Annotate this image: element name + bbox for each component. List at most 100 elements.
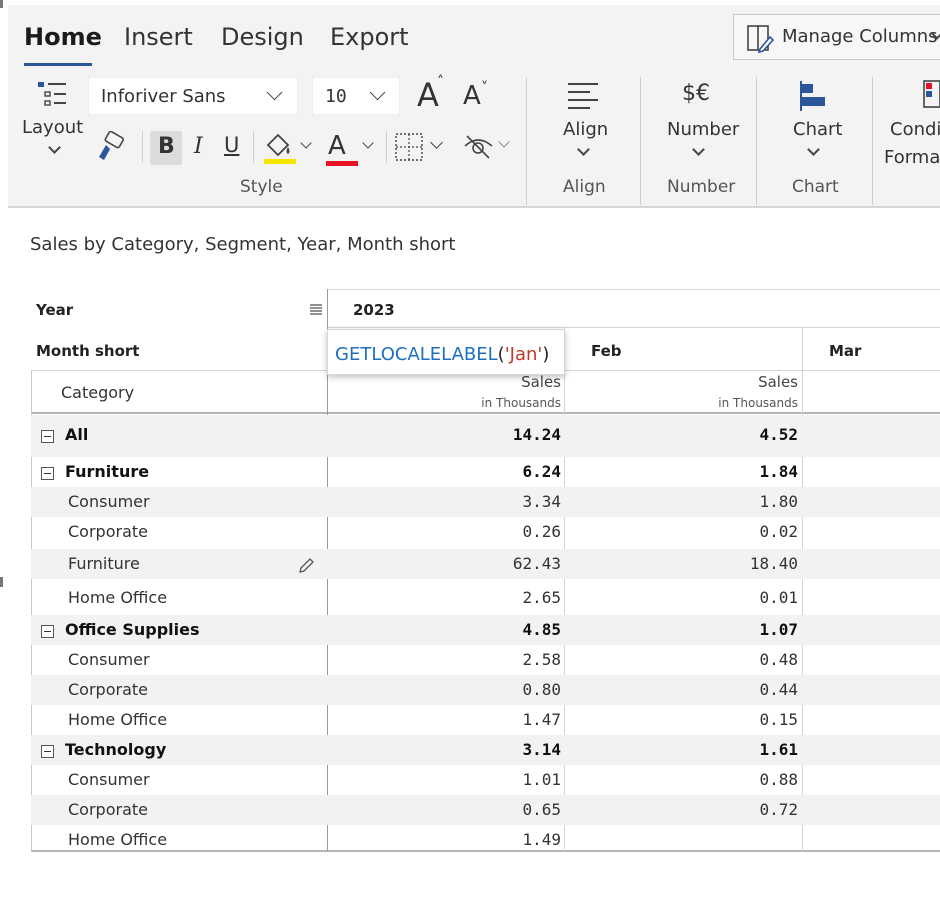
value-cell-feb[interactable]: 1.07 bbox=[664, 620, 798, 639]
collapse-icon[interactable] bbox=[41, 745, 54, 758]
fill-color-button[interactable] bbox=[262, 131, 314, 167]
font-family-select[interactable]: Inforiver Sans bbox=[88, 77, 298, 115]
chevron-down-icon bbox=[807, 143, 820, 156]
table-row[interactable]: Corporate 0.26 0.02 bbox=[31, 517, 940, 547]
font-size-select[interactable]: 10 bbox=[312, 77, 400, 115]
value-cell-jan[interactable]: 3.34 bbox=[427, 492, 561, 511]
hide-button[interactable] bbox=[462, 131, 518, 165]
collapse-icon[interactable] bbox=[41, 467, 54, 480]
table-row[interactable]: Home Office 1.49 bbox=[31, 825, 940, 855]
month-feb: Feb bbox=[591, 342, 622, 360]
value-cell-feb[interactable]: 0.15 bbox=[664, 710, 798, 729]
layout-label: Layout bbox=[22, 117, 84, 138]
value-cell-feb[interactable]: 4.52 bbox=[664, 425, 798, 444]
grow-font-button[interactable]: A ˄ bbox=[414, 75, 448, 115]
value-cell-feb[interactable]: 1.61 bbox=[664, 740, 798, 759]
edit-pencil-icon[interactable] bbox=[297, 557, 315, 575]
table-row[interactable]: Furniture 62.43 18.40 bbox=[31, 549, 940, 579]
manage-columns-label: Manage Columns bbox=[782, 26, 938, 47]
borders-icon bbox=[395, 133, 423, 161]
value-cell-feb[interactable]: 0.72 bbox=[664, 800, 798, 819]
formula-editor[interactable]: GETLOCALELABEL('Jan') bbox=[327, 329, 565, 375]
pivot-table: Year 2023 Month short Feb Mar Category S… bbox=[31, 289, 940, 852]
table-row[interactable]: Consumer 1.01 0.88 bbox=[31, 765, 940, 795]
underline-icon: U bbox=[224, 133, 240, 157]
font-family-value: Inforiver Sans bbox=[101, 86, 226, 107]
align-label: Align bbox=[563, 119, 609, 140]
value-cell-feb[interactable]: 0.01 bbox=[664, 588, 798, 607]
row-label: Home Office bbox=[68, 588, 168, 607]
row-label: Corporate bbox=[68, 680, 148, 699]
conditional-formatting-button[interactable]: Condi Format bbox=[884, 77, 940, 177]
align-button[interactable]: Align bbox=[552, 77, 616, 167]
value-cell-feb[interactable]: 0.44 bbox=[664, 680, 798, 699]
style-group-label: Style bbox=[240, 177, 283, 197]
table-row[interactable]: Furniture 6.24 1.84 bbox=[31, 457, 940, 487]
collapse-icon[interactable] bbox=[41, 430, 54, 443]
table-row[interactable]: Home Office 2.65 0.01 bbox=[31, 583, 940, 613]
row-label: Corporate bbox=[68, 522, 148, 541]
tab-design[interactable]: Design bbox=[221, 23, 304, 51]
font-color-swatch bbox=[326, 161, 358, 166]
table-row[interactable]: All 14.24 4.52 bbox=[31, 415, 940, 457]
value-cell-jan[interactable]: 6.24 bbox=[427, 462, 561, 481]
report-title: Sales by Category, Segment, Year, Month … bbox=[30, 234, 456, 255]
value-cell-jan[interactable]: 1.47 bbox=[427, 710, 561, 729]
font-color-button[interactable]: A bbox=[324, 131, 376, 167]
value-cell-feb[interactable]: 0.88 bbox=[664, 770, 798, 789]
menu-icon[interactable] bbox=[309, 303, 323, 317]
value-cell-feb[interactable]: 0.48 bbox=[664, 650, 798, 669]
value-cell-jan[interactable]: 1.01 bbox=[427, 770, 561, 789]
number-label: Number bbox=[667, 119, 740, 140]
measure-label-feb: Sales bbox=[758, 373, 798, 391]
value-cell-jan[interactable]: 0.80 bbox=[427, 680, 561, 699]
chart-button[interactable]: Chart bbox=[778, 77, 848, 167]
layout-button[interactable]: Layout bbox=[16, 77, 92, 167]
collapse-icon[interactable] bbox=[41, 625, 54, 638]
table-row[interactable]: Home Office 1.47 0.15 bbox=[31, 705, 940, 735]
active-tab-indicator bbox=[24, 63, 92, 66]
row-label: Office Supplies bbox=[65, 620, 200, 639]
value-cell-jan[interactable]: 2.65 bbox=[427, 588, 561, 607]
table-row[interactable]: Corporate 0.65 0.72 bbox=[31, 795, 940, 825]
edge-marker bbox=[0, 0, 3, 8]
table-row[interactable]: Office Supplies 4.85 1.07 bbox=[31, 615, 940, 645]
value-cell-feb[interactable]: 0.02 bbox=[664, 522, 798, 541]
report-editor: Home Insert Design Export Manage Columns bbox=[0, 0, 940, 910]
table-row[interactable]: Corporate 0.80 0.44 bbox=[31, 675, 940, 705]
month-header: Month short bbox=[36, 342, 140, 360]
value-cell-jan[interactable]: 0.26 bbox=[427, 522, 561, 541]
number-button[interactable]: $€ Number bbox=[658, 77, 740, 167]
table-row[interactable]: Consumer 2.58 0.48 bbox=[31, 645, 940, 675]
tab-insert[interactable]: Insert bbox=[124, 23, 193, 51]
row-label: Furniture bbox=[68, 554, 140, 573]
caret-down-icon: ˅ bbox=[481, 80, 488, 96]
value-cell-feb[interactable]: 1.80 bbox=[664, 492, 798, 511]
table-row[interactable]: Technology 3.14 1.61 bbox=[31, 735, 940, 765]
value-cell-feb[interactable]: 18.40 bbox=[664, 554, 798, 573]
shrink-font-button[interactable]: A ˅ bbox=[460, 77, 494, 115]
hide-eye-icon bbox=[464, 135, 493, 159]
value-cell-jan[interactable]: 0.65 bbox=[427, 800, 561, 819]
value-cell-jan[interactable]: 1.49 bbox=[427, 830, 561, 849]
manage-columns-button[interactable]: Manage Columns bbox=[733, 14, 940, 60]
value-cell-jan[interactable]: 62.43 bbox=[427, 554, 561, 573]
year-value: 2023 bbox=[353, 301, 395, 319]
italic-button[interactable]: I bbox=[188, 131, 214, 165]
value-cell-jan[interactable]: 3.14 bbox=[427, 740, 561, 759]
value-cell-jan[interactable]: 2.58 bbox=[427, 650, 561, 669]
borders-button[interactable] bbox=[394, 131, 448, 165]
value-cell-jan[interactable]: 4.85 bbox=[427, 620, 561, 639]
bold-button[interactable]: B bbox=[150, 131, 182, 165]
value-cell-feb[interactable]: 1.84 bbox=[664, 462, 798, 481]
value-cell-jan[interactable]: 14.24 bbox=[427, 425, 561, 444]
row-label: Consumer bbox=[68, 650, 150, 669]
underline-button[interactable]: U bbox=[220, 131, 246, 165]
tab-export[interactable]: Export bbox=[330, 23, 409, 51]
conditional-formatting-label-1: Condi bbox=[890, 119, 940, 140]
tab-home[interactable]: Home bbox=[24, 23, 102, 51]
format-painter-icon[interactable] bbox=[96, 131, 128, 163]
table-row[interactable]: Consumer 3.34 1.80 bbox=[31, 487, 940, 517]
conditional-format-icon bbox=[923, 80, 940, 108]
row-label: Corporate bbox=[68, 800, 148, 819]
